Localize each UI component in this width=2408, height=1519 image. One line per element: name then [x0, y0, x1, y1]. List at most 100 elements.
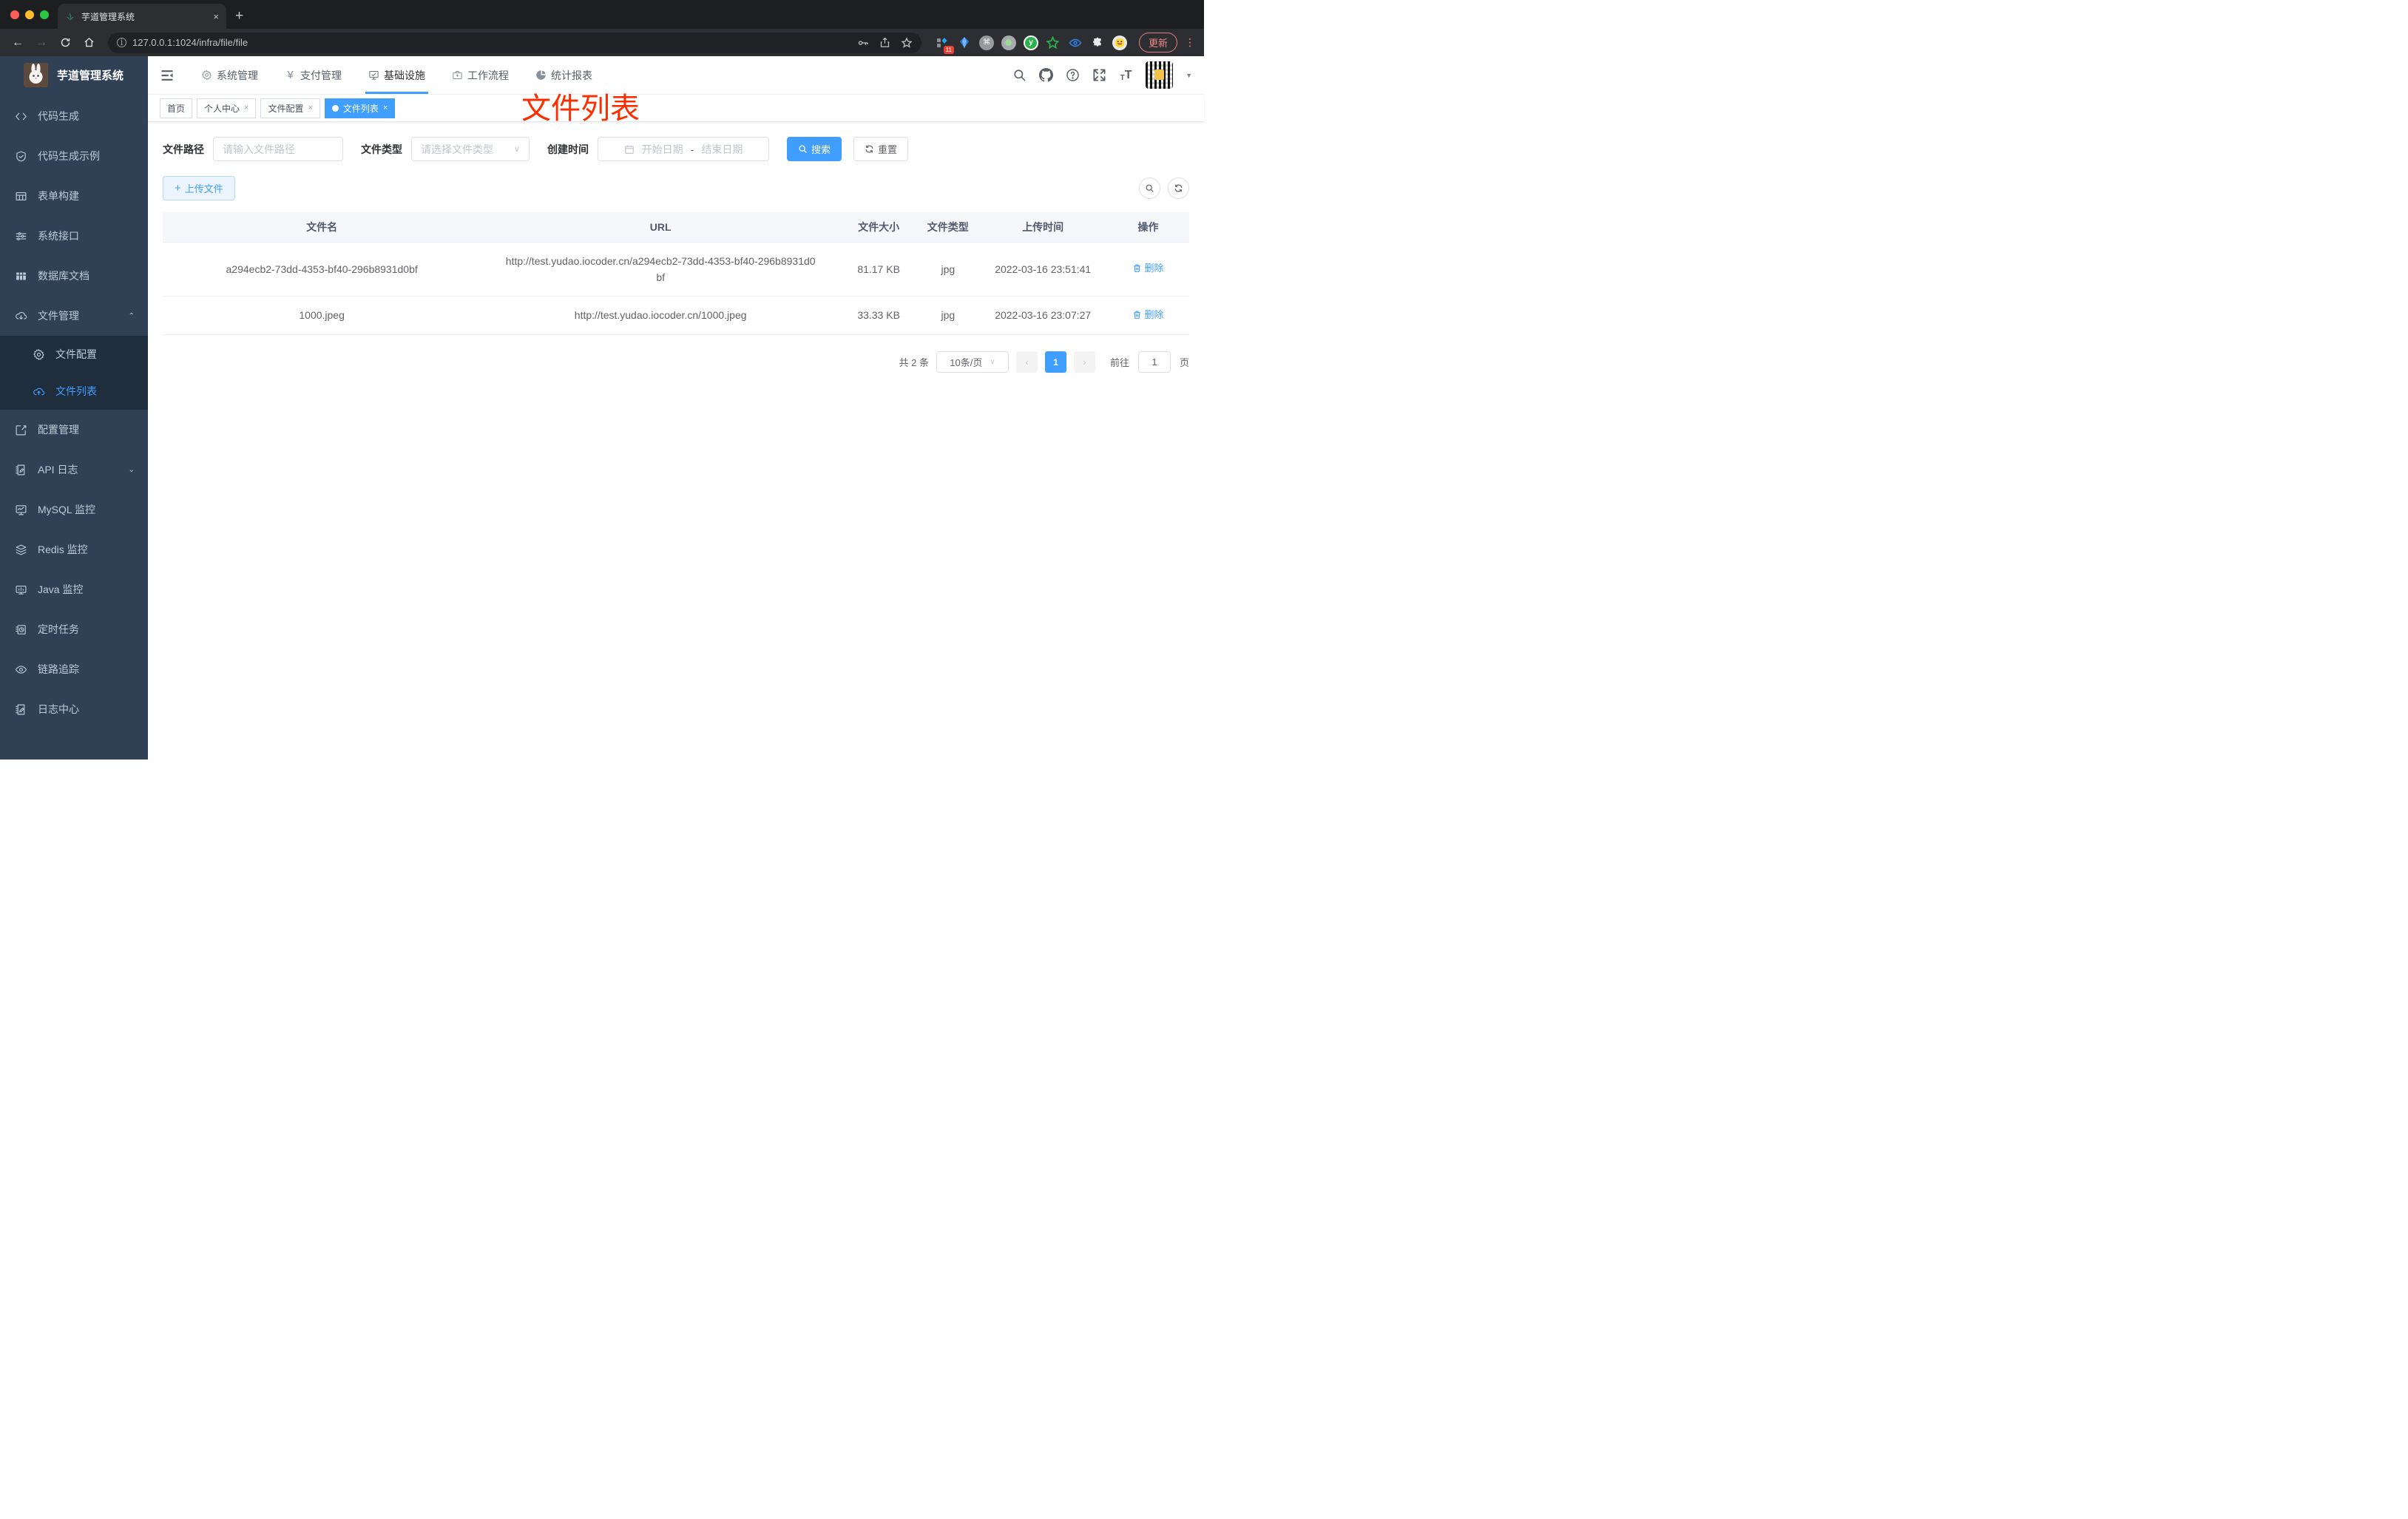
dot-extension-icon[interactable] [1001, 35, 1016, 50]
menu-system-management[interactable]: 系统管理 [188, 56, 271, 94]
date-range-input[interactable]: 开始日期 - 结束日期 [598, 137, 769, 161]
refresh-table-button[interactable] [1168, 177, 1189, 199]
cell-filename: a294ecb2-73dd-4353-bf40-296b8931d0bf [163, 242, 481, 297]
puzzle-extension-icon[interactable] [1090, 35, 1105, 50]
close-icon[interactable]: × [244, 104, 248, 112]
home-icon[interactable] [78, 33, 99, 53]
sidebar-item-file-management[interactable]: 文件管理 ⌃ [0, 296, 148, 336]
calendar-icon [624, 145, 634, 154]
sidebar-item-db-doc[interactable]: 数据库文档 [0, 256, 148, 296]
new-tab-button[interactable]: + [235, 8, 243, 24]
sidebar-item-file-config[interactable]: 文件配置 [0, 336, 148, 373]
menu-payment-management[interactable]: ¥ 支付管理 [271, 56, 355, 94]
browser-tab[interactable]: 芋道管理系统 × [58, 4, 226, 29]
tag-file-config[interactable]: 文件配置 × [260, 98, 320, 118]
bookmark-star-icon[interactable] [901, 36, 913, 49]
page-size-select[interactable]: 10条/页 ∨ [936, 351, 1009, 373]
toggle-search-button[interactable] [1139, 177, 1160, 199]
tag-profile[interactable]: 个人中心 × [197, 98, 257, 118]
password-key-icon[interactable] [857, 37, 869, 49]
reset-button[interactable]: 重置 [853, 137, 909, 161]
menu-workflow[interactable]: 工作流程 [439, 56, 522, 94]
file-path-label: 文件路径 [163, 143, 204, 155]
prev-page-button[interactable]: ‹ [1015, 351, 1038, 373]
extension-grid-icon[interactable]: 11 [935, 35, 954, 54]
upload-file-button[interactable]: + 上传文件 [163, 176, 235, 200]
eye-extension-icon[interactable] [1068, 35, 1083, 50]
star-extension-icon[interactable] [1046, 35, 1061, 50]
reload-icon[interactable] [55, 33, 75, 53]
sidebar-logo-row[interactable]: 芋道管理系统 [0, 56, 148, 93]
sidebar-item-trace[interactable]: 链路追踪 [0, 649, 148, 689]
refresh-icon [865, 144, 874, 154]
balloon-extension-icon[interactable] [957, 35, 972, 50]
shield-check-icon [15, 150, 27, 163]
col-url: URL [481, 212, 841, 243]
mysql-monitor-icon [15, 504, 27, 516]
avatar-caret-icon[interactable]: ▼ [1186, 72, 1192, 79]
sidebar-item-api-log[interactable]: API 日志 ⌄ [0, 450, 148, 490]
tags-bar: 首页 个人中心 × 文件配置 × 文件列表 × [148, 95, 1204, 122]
start-date-placeholder[interactable]: 开始日期 [642, 142, 683, 157]
tag-file-list[interactable]: 文件列表 × [324, 98, 396, 118]
close-icon[interactable]: × [308, 104, 312, 112]
infrastructure-icon [368, 70, 379, 81]
close-window-button[interactable] [10, 10, 19, 19]
end-date-placeholder[interactable]: 结束日期 [701, 142, 743, 157]
browser-toolbar: ← → i 127.0.0.1:1024/infra/file/file 11 [0, 29, 1204, 56]
sidebar-item-java-monitor[interactable]: Java 监控 [0, 569, 148, 609]
y-extension-icon[interactable]: y [1023, 35, 1038, 50]
browser-update-button[interactable]: 更新 [1138, 33, 1177, 53]
goto-page-input[interactable]: 1 [1137, 351, 1171, 373]
menu-infrastructure[interactable]: 基础设施 [355, 56, 439, 94]
search-button[interactable]: 搜索 [787, 137, 842, 161]
sidebar-item-file-list[interactable]: 文件列表 [0, 373, 148, 410]
sidebar-item-scheduled-tasks[interactable]: 定时任务 [0, 609, 148, 649]
avatar[interactable] [1146, 61, 1174, 89]
minimize-window-button[interactable] [25, 10, 34, 19]
table-row: 1000.jpeg http://test.yudao.iocoder.cn/1… [163, 296, 1189, 335]
tab-close-icon[interactable]: × [213, 11, 219, 22]
sidebar-item-system-api[interactable]: 系统接口 [0, 216, 148, 256]
sidebar-item-redis-monitor[interactable]: Redis 监控 [0, 530, 148, 569]
file-type-select[interactable]: 请选择文件类型 ∨ [411, 137, 530, 161]
menu-statistics-report[interactable]: 统计报表 [522, 56, 606, 94]
command-extension-icon[interactable]: ⌘ [978, 35, 994, 50]
share-icon[interactable] [879, 37, 890, 48]
close-icon[interactable]: × [383, 104, 388, 112]
help-icon[interactable] [1066, 68, 1080, 82]
cell-time: 2022-03-16 23:51:41 [978, 242, 1107, 297]
log-edit-icon [15, 464, 27, 476]
sidebar-item-code-generation[interactable]: 代码生成 [0, 96, 148, 136]
font-size-icon[interactable]: TT [1119, 68, 1133, 82]
delete-button[interactable]: 删除 [1132, 307, 1163, 323]
sidebar-item-log-center[interactable]: 日志中心 [0, 689, 148, 729]
sidebar-item-code-example[interactable]: 代码生成示例 [0, 136, 148, 176]
site-info-icon[interactable]: i [117, 38, 126, 47]
github-icon[interactable] [1039, 68, 1054, 82]
search-icon[interactable] [1012, 68, 1027, 82]
fullscreen-icon[interactable] [1092, 68, 1106, 82]
url-bar[interactable]: i 127.0.0.1:1024/infra/file/file [108, 32, 921, 53]
sidebar-toggle-icon[interactable] [160, 68, 175, 83]
emoji-extension-icon[interactable] [1112, 35, 1127, 50]
next-page-button[interactable]: › [1073, 351, 1095, 373]
sidebar-item-form-builder[interactable]: 表单构建 [0, 176, 148, 216]
browser-menu-icon[interactable]: ⋮ [1185, 36, 1195, 49]
tag-home[interactable]: 首页 [160, 98, 193, 118]
delete-button[interactable]: 删除 [1132, 260, 1163, 277]
app-title: 芋道管理系统 [57, 69, 124, 82]
gear-icon [201, 70, 212, 81]
file-path-input[interactable]: 请输入文件路径 [213, 137, 343, 161]
sidebar-item-config-management[interactable]: 配置管理 [0, 410, 148, 450]
table-header-row: 文件名 URL 文件大小 文件类型 上传时间 操作 [163, 212, 1189, 243]
maximize-window-button[interactable] [40, 10, 49, 19]
current-page[interactable]: 1 [1044, 351, 1066, 373]
table-row: a294ecb2-73dd-4353-bf40-296b8931d0bf htt… [163, 242, 1189, 297]
cell-time: 2022-03-16 23:07:27 [978, 296, 1107, 335]
url-text[interactable]: 127.0.0.1:1024/infra/file/file [132, 37, 851, 48]
navbar-right: TT ▼ [1012, 61, 1192, 89]
back-icon[interactable]: ← [7, 33, 28, 53]
sidebar-item-mysql-monitor[interactable]: MySQL 监控 [0, 490, 148, 530]
forward-icon[interactable]: → [31, 33, 52, 53]
